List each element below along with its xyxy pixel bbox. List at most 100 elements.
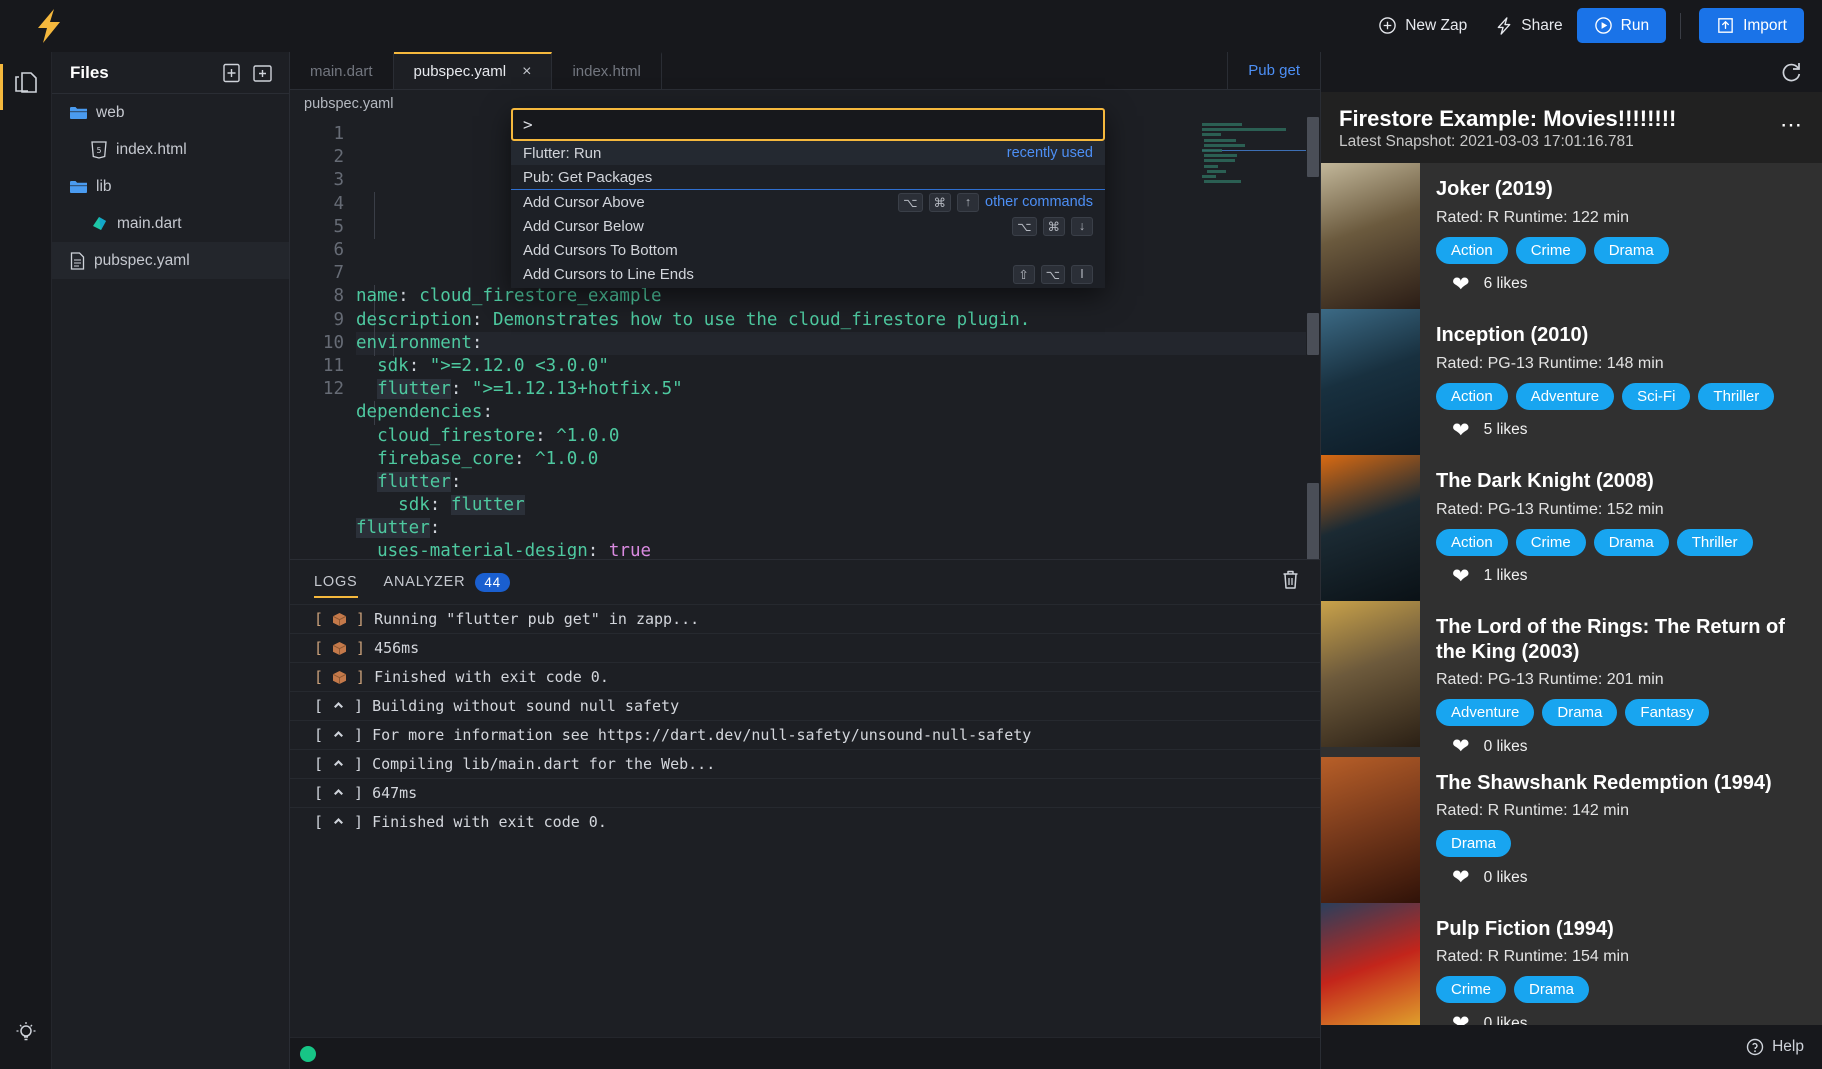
log-source-tag-close: ]: [354, 784, 363, 802]
preview-app-bar: Firestore Example: Movies!!!!!!!! Latest…: [1321, 92, 1822, 163]
editor-tab-index-html[interactable]: index.html: [552, 52, 661, 89]
movie-list-item[interactable]: Pulp Fiction (1994)Rated: R Runtime: 154…: [1321, 903, 1822, 1025]
heart-icon[interactable]: ❤: [1452, 1013, 1470, 1025]
genre-chip[interactable]: Action: [1436, 383, 1508, 410]
log-text: 456ms: [374, 639, 419, 657]
genre-chip[interactable]: Fantasy: [1625, 699, 1708, 726]
refresh-icon[interactable]: [1780, 61, 1802, 83]
app-logo[interactable]: [18, 9, 80, 43]
share-label: Share: [1521, 17, 1562, 35]
movie-list-item[interactable]: Inception (2010)Rated: PG-13 Runtime: 14…: [1321, 309, 1822, 455]
heart-icon[interactable]: ❤: [1452, 566, 1470, 587]
heart-icon[interactable]: ❤: [1452, 274, 1470, 295]
pub-get-link[interactable]: Pub get: [1228, 52, 1320, 89]
plus-circle-icon: [1378, 16, 1397, 35]
palette-item-add-cursors-to-line-ends[interactable]: Add Cursors to Line Ends⇧⌥I: [511, 262, 1105, 286]
scrollbar-thumb-low[interactable]: [1307, 483, 1319, 559]
heart-icon[interactable]: ❤: [1452, 736, 1470, 757]
editor-tab-pubspec-yaml[interactable]: pubspec.yaml×: [394, 52, 553, 89]
code-minimap[interactable]: [1202, 123, 1294, 185]
logs-tab-label: ANALYZER: [384, 574, 466, 590]
new-file-icon[interactable]: [222, 63, 241, 83]
new-folder-icon[interactable]: [252, 63, 273, 83]
genre-chip[interactable]: Sci-Fi: [1622, 383, 1690, 410]
genre-chip[interactable]: Drama: [1436, 830, 1511, 857]
share-bolt-icon: [1495, 16, 1513, 35]
genre-chip[interactable]: Drama: [1514, 976, 1589, 1003]
activity-rail: [0, 52, 52, 1069]
files-header-actions: [222, 63, 273, 83]
genre-chip[interactable]: Thriller: [1677, 529, 1753, 556]
editor-scrollbar[interactable]: [1306, 117, 1320, 559]
file-label: lib: [96, 178, 112, 196]
file-tree-item-lib[interactable]: lib: [52, 168, 289, 205]
tab-close-icon[interactable]: ×: [522, 64, 531, 80]
command-palette-input[interactable]: >: [511, 108, 1105, 141]
genre-chip[interactable]: Crime: [1516, 237, 1586, 264]
genre-chips: Adventure Drama Fantasy: [1436, 699, 1808, 726]
genre-chip[interactable]: Action: [1436, 237, 1508, 264]
code-line: flutter:: [356, 471, 1320, 494]
zapp-bolt-logo-icon: [36, 9, 62, 43]
scrollbar-thumb-top[interactable]: [1307, 117, 1319, 177]
palette-item-add-cursor-below[interactable]: Add Cursor Below⌥⌘↓: [511, 214, 1105, 238]
lightbulb-icon[interactable]: [13, 1019, 39, 1045]
palette-item-pub-get-packages[interactable]: Pub: Get Packages: [511, 165, 1105, 189]
heart-icon[interactable]: ❤: [1452, 420, 1470, 441]
files-rail-icon[interactable]: [13, 70, 39, 98]
logs-output[interactable]: []Running "flutter pub get" in zapp...[]…: [290, 604, 1320, 1037]
logs-tab-logs[interactable]: LOGS: [314, 560, 358, 604]
palette-item-add-cursor-above[interactable]: Add Cursor Above⌥⌘↑other commands: [511, 190, 1105, 214]
file-label: pubspec.yaml: [94, 252, 190, 270]
movie-info: Inception (2010)Rated: PG-13 Runtime: 14…: [1436, 309, 1822, 455]
file-tree-item-web[interactable]: web: [52, 94, 289, 131]
code-line: dependencies:: [356, 401, 1320, 424]
log-entry: []Building without sound null safety: [290, 691, 1320, 720]
genre-chip[interactable]: Adventure: [1436, 699, 1534, 726]
run-button[interactable]: Run: [1577, 8, 1666, 43]
import-label: Import: [1743, 17, 1787, 35]
movie-list[interactable]: Joker (2019)Rated: R Runtime: 122 minAct…: [1321, 163, 1822, 1025]
new-zap-button[interactable]: New Zap: [1364, 9, 1481, 42]
movie-info: Joker (2019)Rated: R Runtime: 122 minAct…: [1436, 163, 1822, 309]
likes-row: ❤0 likes: [1436, 867, 1808, 888]
movie-info: The Lord of the Rings: The Return of the…: [1436, 601, 1822, 757]
genre-chip[interactable]: Adventure: [1516, 383, 1614, 410]
folder-icon: [70, 106, 87, 120]
palette-item-flutter-run[interactable]: Flutter: Runrecently used: [511, 141, 1105, 165]
heart-icon[interactable]: ❤: [1452, 867, 1470, 888]
command-palette[interactable]: > Flutter: Runrecently usedPub: Get Pack…: [511, 108, 1105, 288]
command-palette-list: Flutter: Runrecently usedPub: Get Packag…: [511, 141, 1105, 288]
genre-chip[interactable]: Crime: [1516, 529, 1586, 556]
movie-meta: Rated: R Runtime: 122 min: [1436, 209, 1808, 227]
genre-chip[interactable]: Crime: [1436, 976, 1506, 1003]
log-entry: []Finished with exit code 0.: [290, 662, 1320, 691]
movie-list-item[interactable]: The Dark Knight (2008)Rated: PG-13 Runti…: [1321, 455, 1822, 601]
palette-item-add-cursors-to-bottom[interactable]: Add Cursors To Bottom: [511, 238, 1105, 262]
line-number: 7: [290, 262, 344, 285]
genre-chip[interactable]: Drama: [1542, 699, 1617, 726]
genre-chip[interactable]: Thriller: [1698, 383, 1774, 410]
share-button[interactable]: Share: [1481, 9, 1576, 42]
more-options-icon[interactable]: ⋯: [1780, 106, 1804, 136]
movie-list-item[interactable]: Joker (2019)Rated: R Runtime: 122 minAct…: [1321, 163, 1822, 309]
clear-logs-button[interactable]: [1281, 569, 1300, 595]
log-text: Compiling lib/main.dart for the Web...: [372, 755, 715, 773]
genre-chip[interactable]: Action: [1436, 529, 1508, 556]
help-button[interactable]: Help: [1746, 1038, 1804, 1056]
minimap-line: [1202, 149, 1222, 152]
top-toolbar: New Zap Share Run: [0, 0, 1822, 52]
log-entry: []Compiling lib/main.dart for the Web...: [290, 749, 1320, 778]
logs-tab-analyzer[interactable]: ANALYZER44: [384, 560, 511, 604]
import-button[interactable]: Import: [1699, 8, 1804, 43]
genre-chip[interactable]: Drama: [1594, 237, 1669, 264]
movie-meta: Rated: PG-13 Runtime: 201 min: [1436, 671, 1808, 689]
movie-list-item[interactable]: The Shawshank Redemption (1994)Rated: R …: [1321, 757, 1822, 903]
file-tree-item-pubspec-yaml[interactable]: pubspec.yaml: [52, 242, 289, 279]
genre-chip[interactable]: Drama: [1594, 529, 1669, 556]
movie-list-item[interactable]: The Lord of the Rings: The Return of the…: [1321, 601, 1822, 757]
scrollbar-thumb-mid[interactable]: [1307, 313, 1319, 355]
editor-tab-main-dart[interactable]: main.dart: [290, 52, 394, 89]
file-tree-item-main-dart[interactable]: main.dart: [52, 205, 289, 242]
file-tree-item-index-html[interactable]: 5index.html: [52, 131, 289, 168]
